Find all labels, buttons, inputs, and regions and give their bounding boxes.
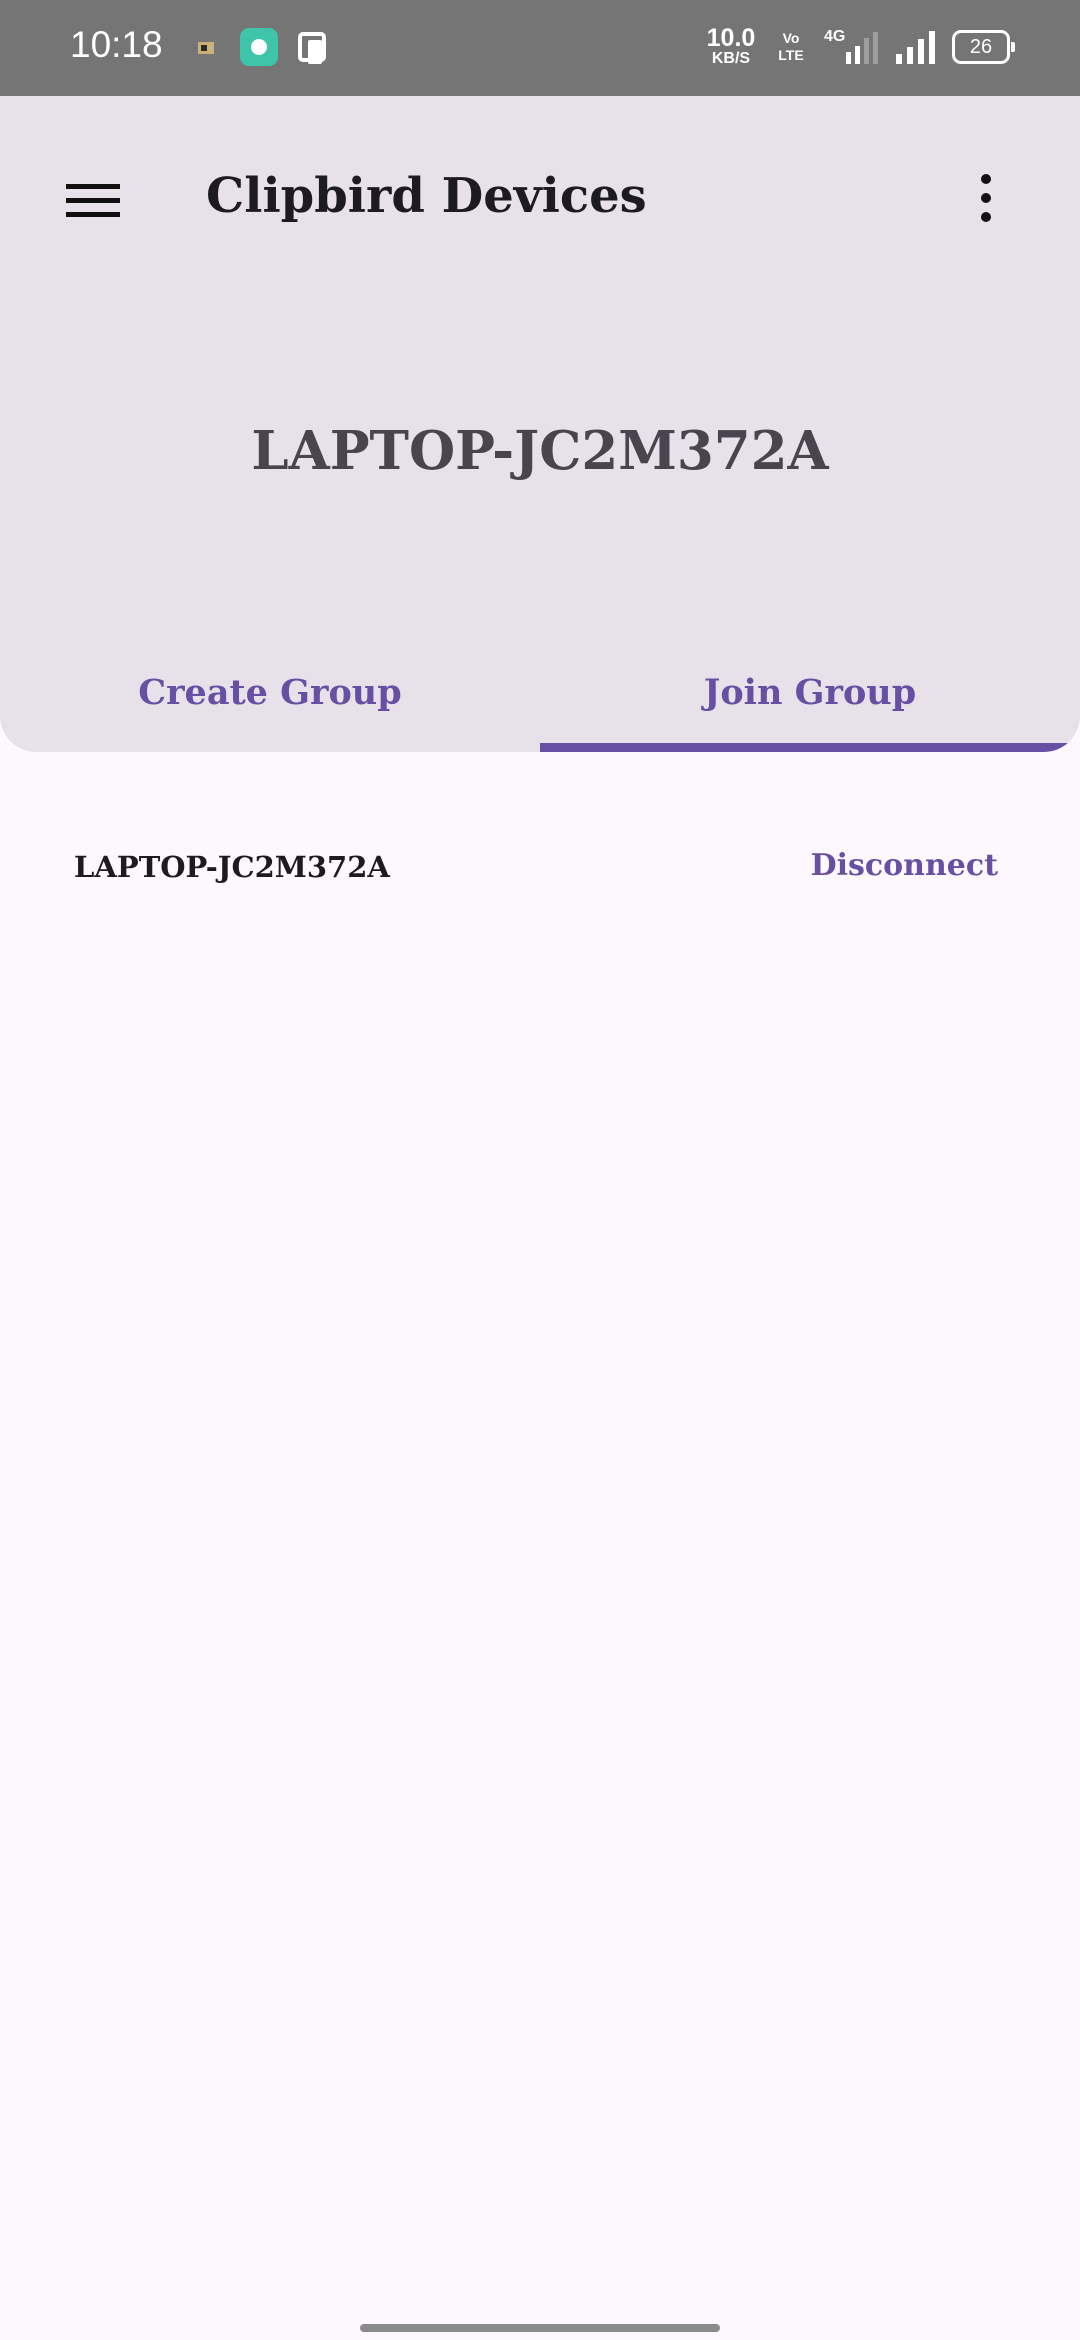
app-notification-icon — [198, 42, 214, 54]
network-speed-unit: KB/S — [711, 50, 751, 67]
devices-header: Clipbird Devices LAPTOP-JC2M372A Create … — [0, 96, 1080, 752]
disconnect-button[interactable]: Disconnect — [811, 848, 998, 883]
current-device-name: LAPTOP-JC2M372A — [251, 420, 829, 482]
network-speed-value: 10.0 — [706, 24, 756, 52]
more-vert-icon[interactable] — [956, 168, 1016, 228]
gesture-navigation-bar[interactable] — [360, 2324, 720, 2332]
tab-join-group[interactable]: Join Group — [540, 652, 1080, 752]
tab-create-group[interactable]: Create Group — [0, 652, 540, 752]
volte-indicator: Vo LTE — [772, 30, 810, 64]
chat-app-icon — [240, 28, 278, 66]
group-tabs: Create Group Join Group — [0, 652, 1080, 752]
volte-label: Vo — [782, 30, 800, 46]
lte-label: LTE — [778, 47, 804, 63]
connected-device-name: LAPTOP-JC2M372A — [74, 850, 390, 884]
clipboard-app-icon — [298, 32, 326, 64]
status-bar: 10:18 10.0 KB/S Vo LTE 4G 26 — [0, 0, 1080, 96]
mobile-data-signal-icon — [846, 32, 878, 64]
signal-strength-icon — [896, 31, 935, 64]
list-item: LAPTOP-JC2M372A Disconnect — [0, 836, 1080, 900]
status-time: 10:18 — [70, 24, 163, 65]
network-speed: 10.0 KB/S — [706, 26, 756, 67]
battery-indicator: 26 — [952, 30, 1015, 64]
tab-selected-indicator — [540, 743, 1080, 752]
page-title: Clipbird Devices — [206, 168, 647, 224]
hamburger-menu-icon[interactable] — [52, 172, 132, 232]
